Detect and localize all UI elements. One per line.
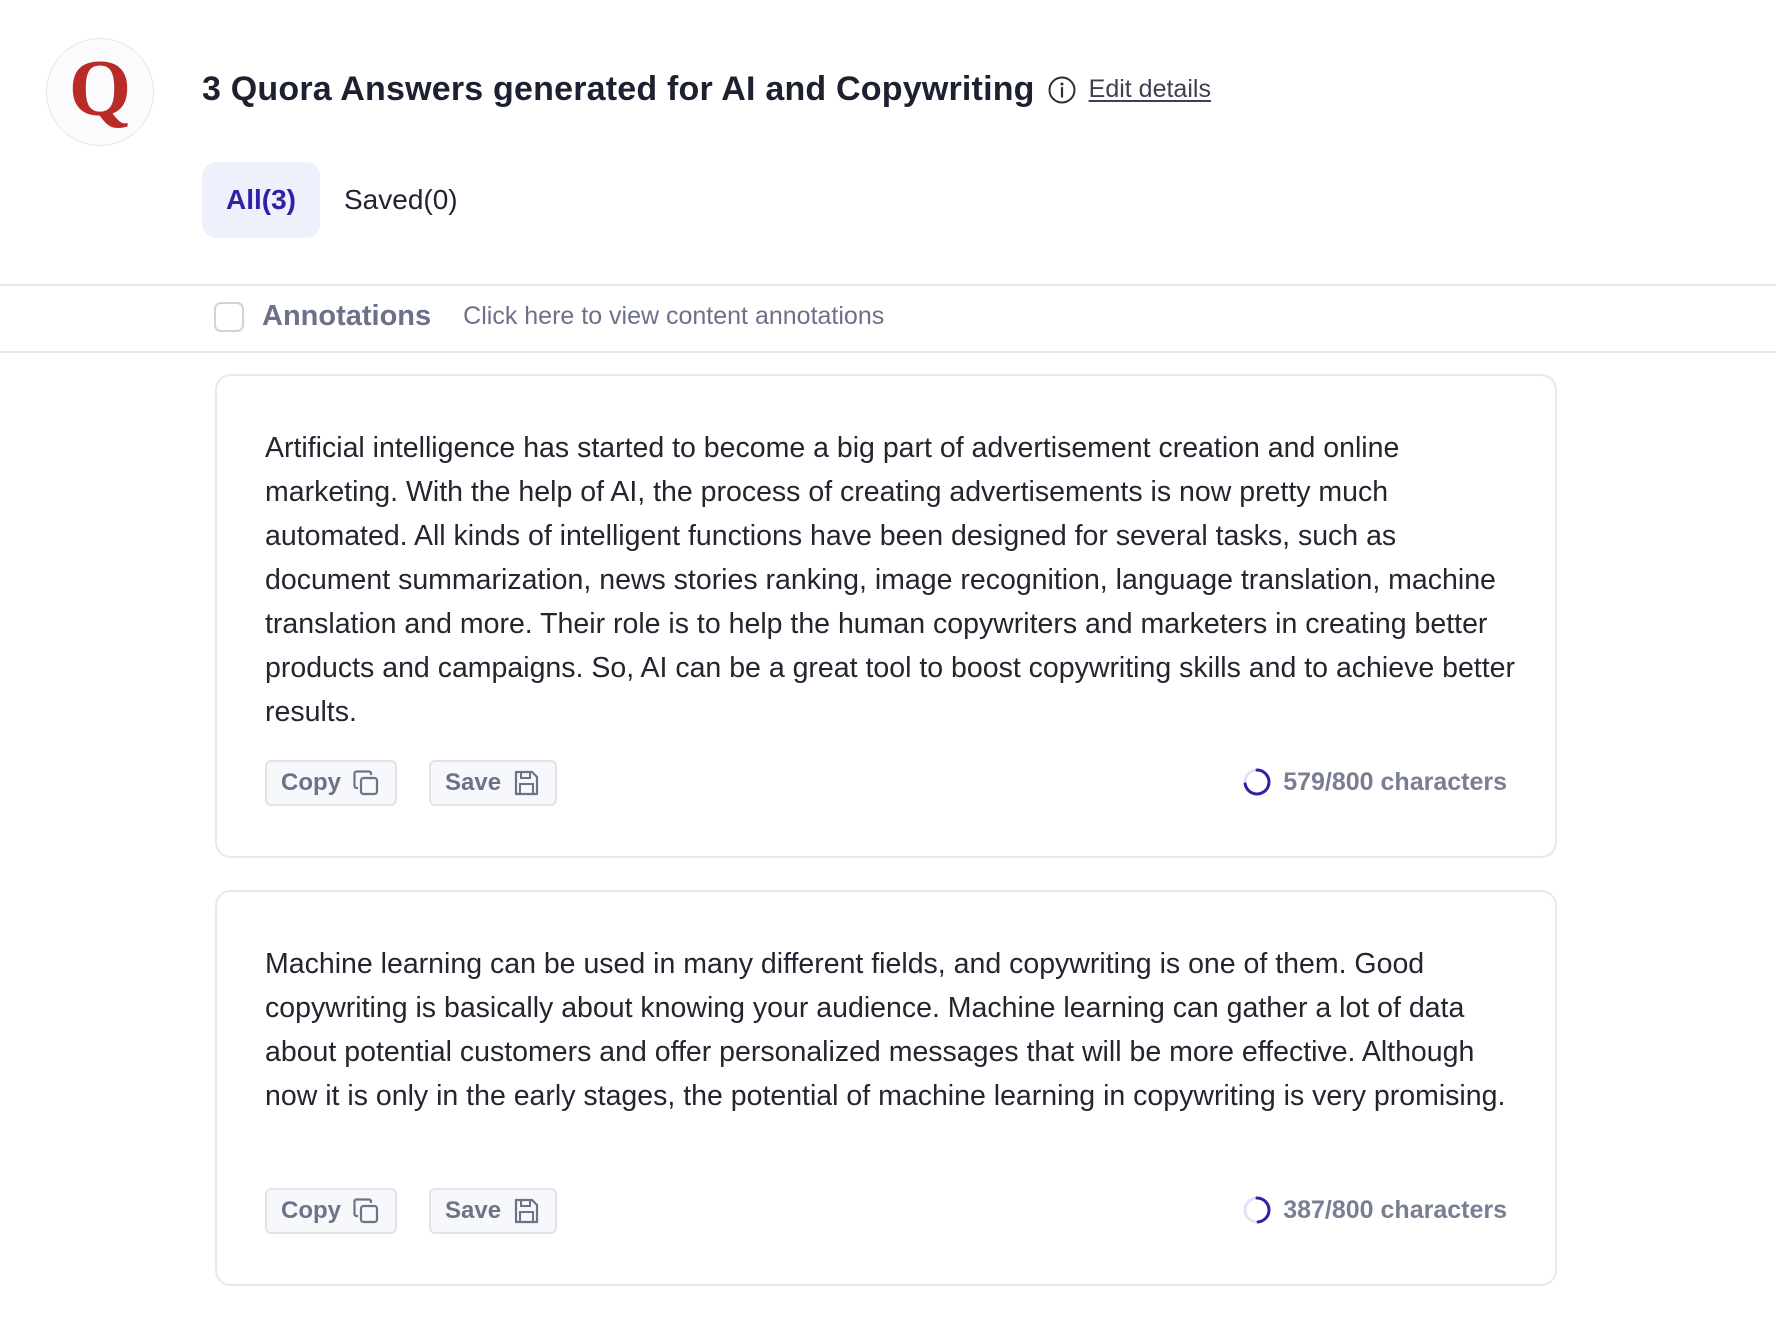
svg-text:Q: Q — [69, 47, 131, 133]
answer-card: Machine learning can be used in many dif… — [215, 890, 1557, 1286]
save-icon — [511, 768, 541, 798]
character-count-text: 579/800 characters — [1283, 767, 1507, 796]
save-button[interactable]: Save — [429, 760, 558, 806]
progress-ring-icon — [1241, 766, 1273, 798]
save-button-label: Save — [445, 1197, 502, 1224]
annotations-hint[interactable]: Click here to view content annotations — [463, 302, 884, 331]
quora-logo-icon: Q — [69, 47, 131, 133]
annotations-label: Annotations — [262, 300, 432, 332]
quora-logo: Q — [46, 38, 154, 146]
copy-button[interactable]: Copy — [265, 1188, 397, 1234]
copy-button-label: Copy — [281, 1197, 341, 1224]
progress-ring-icon — [1241, 1194, 1273, 1226]
copy-icon — [351, 768, 381, 798]
answer-text: Artificial intelligence has started to b… — [265, 432, 1515, 728]
copy-button-label: Copy — [281, 769, 341, 796]
save-button[interactable]: Save — [429, 1188, 558, 1234]
answer-text: Machine learning can be used in many dif… — [265, 948, 1506, 1112]
copy-icon — [351, 1196, 381, 1226]
character-counter: 579/800 characters — [1241, 766, 1507, 798]
save-button-label: Save — [445, 769, 502, 796]
annotations-row: Annotations Click here to view content a… — [214, 300, 884, 333]
answer-card: Artificial intelligence has started to b… — [215, 374, 1557, 858]
divider-top — [0, 284, 1776, 286]
header: 3 Quora Answers generated for AI and Cop… — [202, 70, 1211, 109]
annotations-checkbox[interactable] — [214, 301, 244, 332]
tab-saved[interactable]: Saved(0) — [320, 162, 482, 238]
copy-button[interactable]: Copy — [265, 760, 397, 806]
edit-details-link[interactable]: Edit details — [1089, 75, 1211, 104]
character-count-text: 387/800 characters — [1283, 1195, 1507, 1224]
info-icon[interactable] — [1047, 75, 1077, 105]
divider-bottom — [0, 351, 1776, 353]
save-icon — [511, 1196, 541, 1226]
tab-bar: All(3) Saved(0) — [202, 162, 482, 238]
tab-all[interactable]: All(3) — [202, 162, 320, 238]
page-title: 3 Quora Answers generated for AI and Cop… — [202, 70, 1035, 108]
character-counter: 387/800 characters — [1241, 1194, 1507, 1226]
